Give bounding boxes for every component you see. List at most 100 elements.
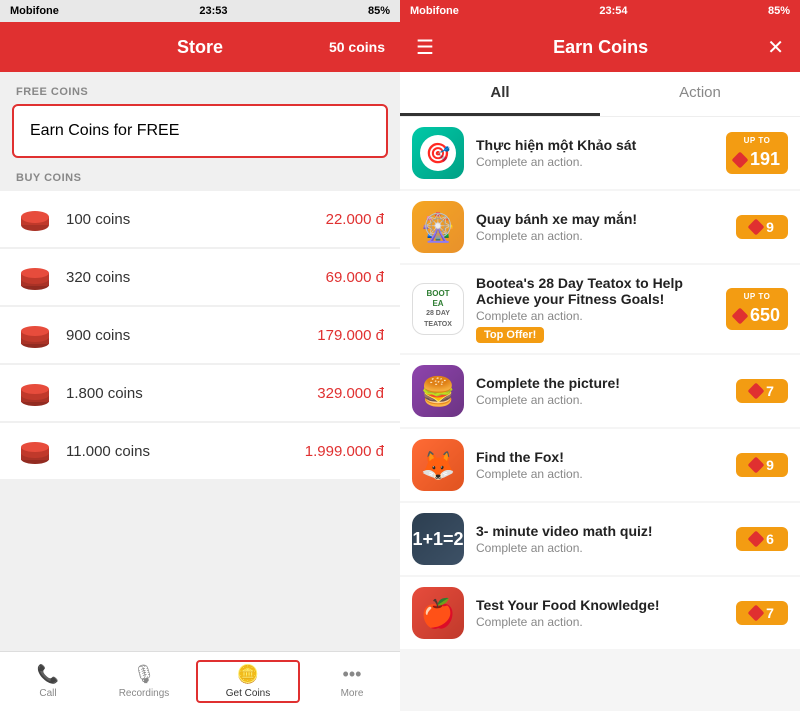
offer-info-fox: Find the Fox! Complete an action. <box>476 449 728 481</box>
left-content: FREE COINS Earn Coins for FREE BUY COINS… <box>0 72 400 651</box>
right-battery: 85% <box>768 5 790 17</box>
offer-sub-wheel: Complete an action. <box>476 229 728 243</box>
upto-label-survey: UP TO <box>744 136 771 145</box>
earn-coins-free-button[interactable]: Earn Coins for FREE <box>12 104 388 158</box>
right-carrier: Mobifone <box>410 5 459 17</box>
offer-burger[interactable]: 🍔 Complete the picture! Complete an acti… <box>400 355 800 427</box>
nav-get-coins[interactable]: 🪙 Get Coins <box>196 660 300 703</box>
nav-call[interactable]: 📞 Call <box>0 664 96 699</box>
offer-title-wheel: Quay bánh xe may mắn! <box>476 211 728 227</box>
offer-badge-wrap-math: 6 <box>736 527 788 551</box>
coin-amount-1: 100 coins <box>66 211 326 228</box>
offer-title-fox: Find the Fox! <box>476 449 728 465</box>
coin-amount-2: 320 coins <box>66 269 326 286</box>
close-icon[interactable]: ✕ <box>767 35 784 60</box>
coin-package-row[interactable]: 320 coins 69.000 đ <box>0 249 400 306</box>
coin-amount-3: 900 coins <box>66 327 317 344</box>
diamond-icon-food <box>748 605 765 622</box>
offer-title-food: Test Your Food Knowledge! <box>476 597 728 613</box>
tab-all[interactable]: All <box>400 72 600 116</box>
call-icon: 📞 <box>37 664 59 685</box>
badge-value-wheel: 9 <box>766 219 774 235</box>
diamond-icon-burger <box>748 383 765 400</box>
offer-title-bootea: Bootea's 28 Day Teatox to Help Achieve y… <box>476 275 718 307</box>
coin-icon-5 <box>16 435 54 467</box>
offer-math[interactable]: 1+1=2 3- minute video math quiz! Complet… <box>400 503 800 575</box>
coin-amount-4: 1.800 coins <box>66 385 317 402</box>
diamond-icon-survey <box>731 151 748 168</box>
diamond-icon-fox <box>748 457 765 474</box>
offer-badge-bootea: UP TO 650 <box>726 288 788 330</box>
coin-package-row[interactable]: 11.000 coins 1.999.000 đ <box>0 423 400 480</box>
offer-icon-survey: 🎯 <box>412 127 464 179</box>
offer-badge-wheel: 9 <box>736 215 788 239</box>
coin-packages-list: 100 coins 22.000 đ 320 coins 69.000 đ <box>0 191 400 480</box>
offer-badge-wrap-fox: 9 <box>736 453 788 477</box>
badge-value-fox: 9 <box>766 457 774 473</box>
offer-badge-fox: 9 <box>736 453 788 477</box>
nav-call-label: Call <box>39 688 56 699</box>
nav-recordings-label: Recordings <box>119 688 170 699</box>
nav-get-coins-label: Get Coins <box>226 688 270 699</box>
left-header: Store 50 coins <box>0 22 400 72</box>
offer-sub-math: Complete an action. <box>476 541 728 555</box>
bottom-nav: 📞 Call 🎙 Recordings 🪙 Get Coins ••• More <box>0 651 400 711</box>
offer-wheel[interactable]: 🎡 Quay bánh xe may mắn! Complete an acti… <box>400 191 800 263</box>
offer-icon-fox: 🦊 <box>412 439 464 491</box>
coins-display: 50 coins <box>329 39 385 55</box>
coin-package-row[interactable]: 1.800 coins 329.000 đ <box>0 365 400 422</box>
offer-badge-wrap-survey: UP TO 191 <box>726 132 788 174</box>
offer-fox[interactable]: 🦊 Find the Fox! Complete an action. 9 <box>400 429 800 501</box>
offer-info-math: 3- minute video math quiz! Complete an a… <box>476 523 728 555</box>
offer-icon-burger: 🍔 <box>412 365 464 417</box>
badge-value-survey: 191 <box>750 149 780 170</box>
left-panel: Mobifone 23:53 85% Store 50 coins FREE C… <box>0 0 400 711</box>
offer-survey[interactable]: 🎯 Thực hiện một Khảo sát Complete an act… <box>400 117 800 189</box>
offer-sub-survey: Complete an action. <box>476 155 718 169</box>
offers-list: 🎯 Thực hiện một Khảo sát Complete an act… <box>400 117 800 711</box>
offer-food[interactable]: 🍎 Test Your Food Knowledge! Complete an … <box>400 577 800 649</box>
nav-more[interactable]: ••• More <box>304 664 400 699</box>
top-offer-tag: Top Offer! <box>476 327 544 343</box>
offer-bootea[interactable]: BOOTEA28 DAYTEATOX Bootea's 28 Day Teato… <box>400 265 800 353</box>
offer-sub-food: Complete an action. <box>476 615 728 629</box>
offer-badge-wrap-bootea: UP TO 650 <box>726 288 788 330</box>
bootea-text: BOOTEA28 DAYTEATOX <box>420 285 456 333</box>
offer-sub-fox: Complete an action. <box>476 467 728 481</box>
offer-title-burger: Complete the picture! <box>476 375 728 391</box>
offer-sub-bootea: Complete an action. <box>476 309 718 323</box>
upto-label-bootea: UP TO <box>744 292 771 301</box>
offer-sub-burger: Complete an action. <box>476 393 728 407</box>
menu-icon[interactable]: ☰ <box>416 35 434 60</box>
right-header: ☰ Earn Coins ✕ <box>400 22 800 72</box>
food-emoji: 🍎 <box>421 597 456 630</box>
offer-icon-wheel: 🎡 <box>412 201 464 253</box>
coin-amount-5: 11.000 coins <box>66 443 305 460</box>
offer-badge-food: 7 <box>736 601 788 625</box>
coin-package-row[interactable]: 100 coins 22.000 đ <box>0 191 400 248</box>
offer-info-bootea: Bootea's 28 Day Teatox to Help Achieve y… <box>476 275 718 343</box>
survey-inner-icon: 🎯 <box>420 135 456 171</box>
offer-info-wheel: Quay bánh xe may mắn! Complete an action… <box>476 211 728 243</box>
coin-icon-4 <box>16 377 54 409</box>
fox-emoji: 🦊 <box>421 449 456 482</box>
nav-recordings[interactable]: 🎙 Recordings <box>96 664 192 699</box>
offer-info-survey: Thực hiện một Khảo sát Complete an actio… <box>476 137 718 169</box>
right-time: 23:54 <box>599 5 627 17</box>
offer-icon-math: 1+1=2 <box>412 513 464 565</box>
burger-emoji: 🍔 <box>421 375 456 408</box>
offer-info-food: Test Your Food Knowledge! Complete an ac… <box>476 597 728 629</box>
left-carrier: Mobifone <box>10 5 59 17</box>
offer-badge-math: 6 <box>736 527 788 551</box>
right-status-bar: Mobifone 23:54 85% <box>400 0 800 22</box>
badge-value-food: 7 <box>766 605 774 621</box>
offer-badge-wrap-food: 7 <box>736 601 788 625</box>
coin-package-row[interactable]: 900 coins 179.000 đ <box>0 307 400 364</box>
diamond-icon-wheel <box>748 219 765 236</box>
offer-badge-wrap-wheel: 9 <box>736 215 788 239</box>
buy-coins-label: BUY COINS <box>0 158 400 190</box>
offer-title-survey: Thực hiện một Khảo sát <box>476 137 718 153</box>
offer-title-math: 3- minute video math quiz! <box>476 523 728 539</box>
tab-action[interactable]: Action <box>600 72 800 116</box>
math-text: 1+1=2 <box>412 529 463 550</box>
